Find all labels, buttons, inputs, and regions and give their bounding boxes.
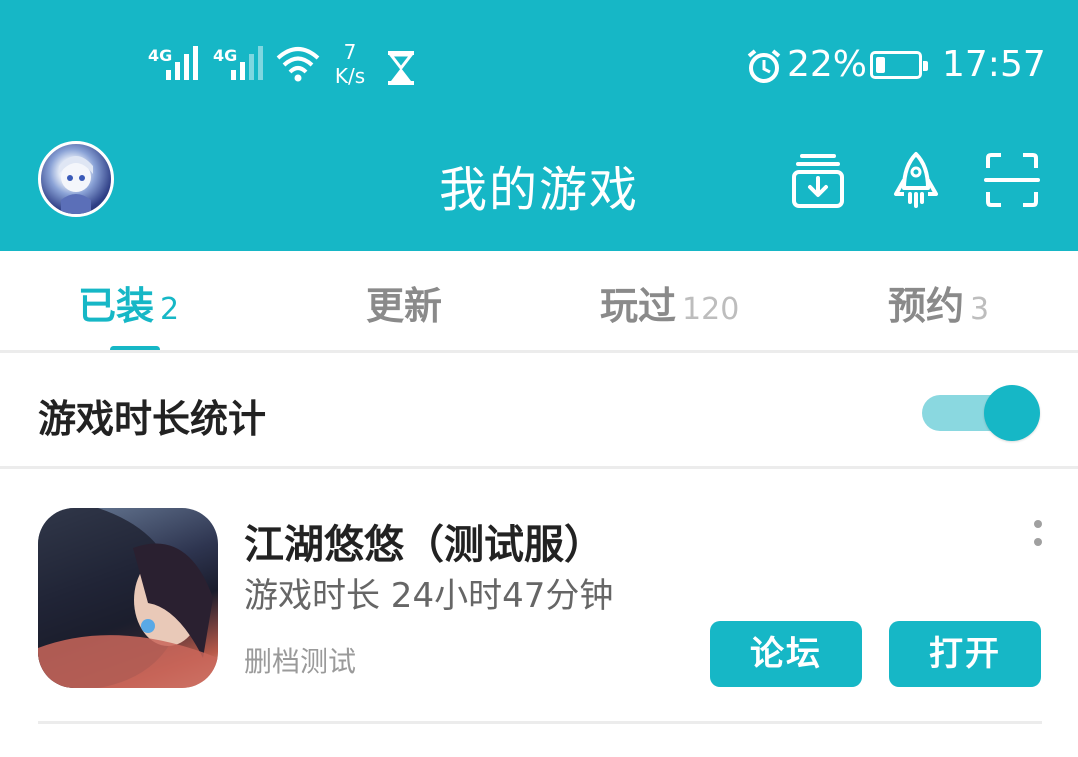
wifi-icon [276,47,320,82]
tab-label: 预约 [888,284,965,328]
toggle-knob [984,385,1040,441]
clock: 17:57 [942,44,1046,85]
tab-played[interactable]: 玩过 120 [600,275,739,331]
forum-button[interactable]: 论坛 [710,621,862,687]
alarm-icon [747,49,781,83]
more-options-icon[interactable] [1028,518,1048,552]
rocket-icon[interactable] [886,150,946,210]
scan-icon[interactable] [982,150,1042,210]
playtime-stats-toggle[interactable] [922,385,1040,441]
battery-percent: 22% [787,44,868,85]
tab-updates[interactable]: 更新 [366,275,448,331]
status-bar: 4G 4G 7 K/s 22% 17:57 [0,0,1078,130]
tab-count: 2 [160,292,180,327]
hourglass-icon [387,51,415,85]
tab-count: 3 [970,292,990,327]
game-title[interactable]: 江湖悠悠（测试服） [244,512,604,570]
network-speed-value: 7 [343,40,357,64]
playtime-stats-label: 游戏时长统计 [38,397,267,441]
tab-label: 玩过 [600,284,677,328]
tab-count: 120 [682,292,740,327]
network-speed-unit: K/s [334,64,366,88]
download-box-icon[interactable] [788,150,848,210]
game-playtime: 游戏时长 24小时47分钟 [244,576,614,616]
tab-label: 更新 [366,284,443,328]
battery-icon [870,51,928,79]
divider [0,350,1078,353]
network-speed: 7 K/s [330,40,370,88]
tab-reserved[interactable]: 预约 3 [888,275,989,331]
open-button[interactable]: 打开 [889,621,1041,687]
divider [0,466,1078,469]
tab-label: 已装 [78,284,155,328]
divider [38,721,1042,724]
game-tag: 删档测试 [244,645,357,678]
game-icon[interactable] [38,508,218,688]
tab-installed[interactable]: 已装 2 [78,275,179,331]
